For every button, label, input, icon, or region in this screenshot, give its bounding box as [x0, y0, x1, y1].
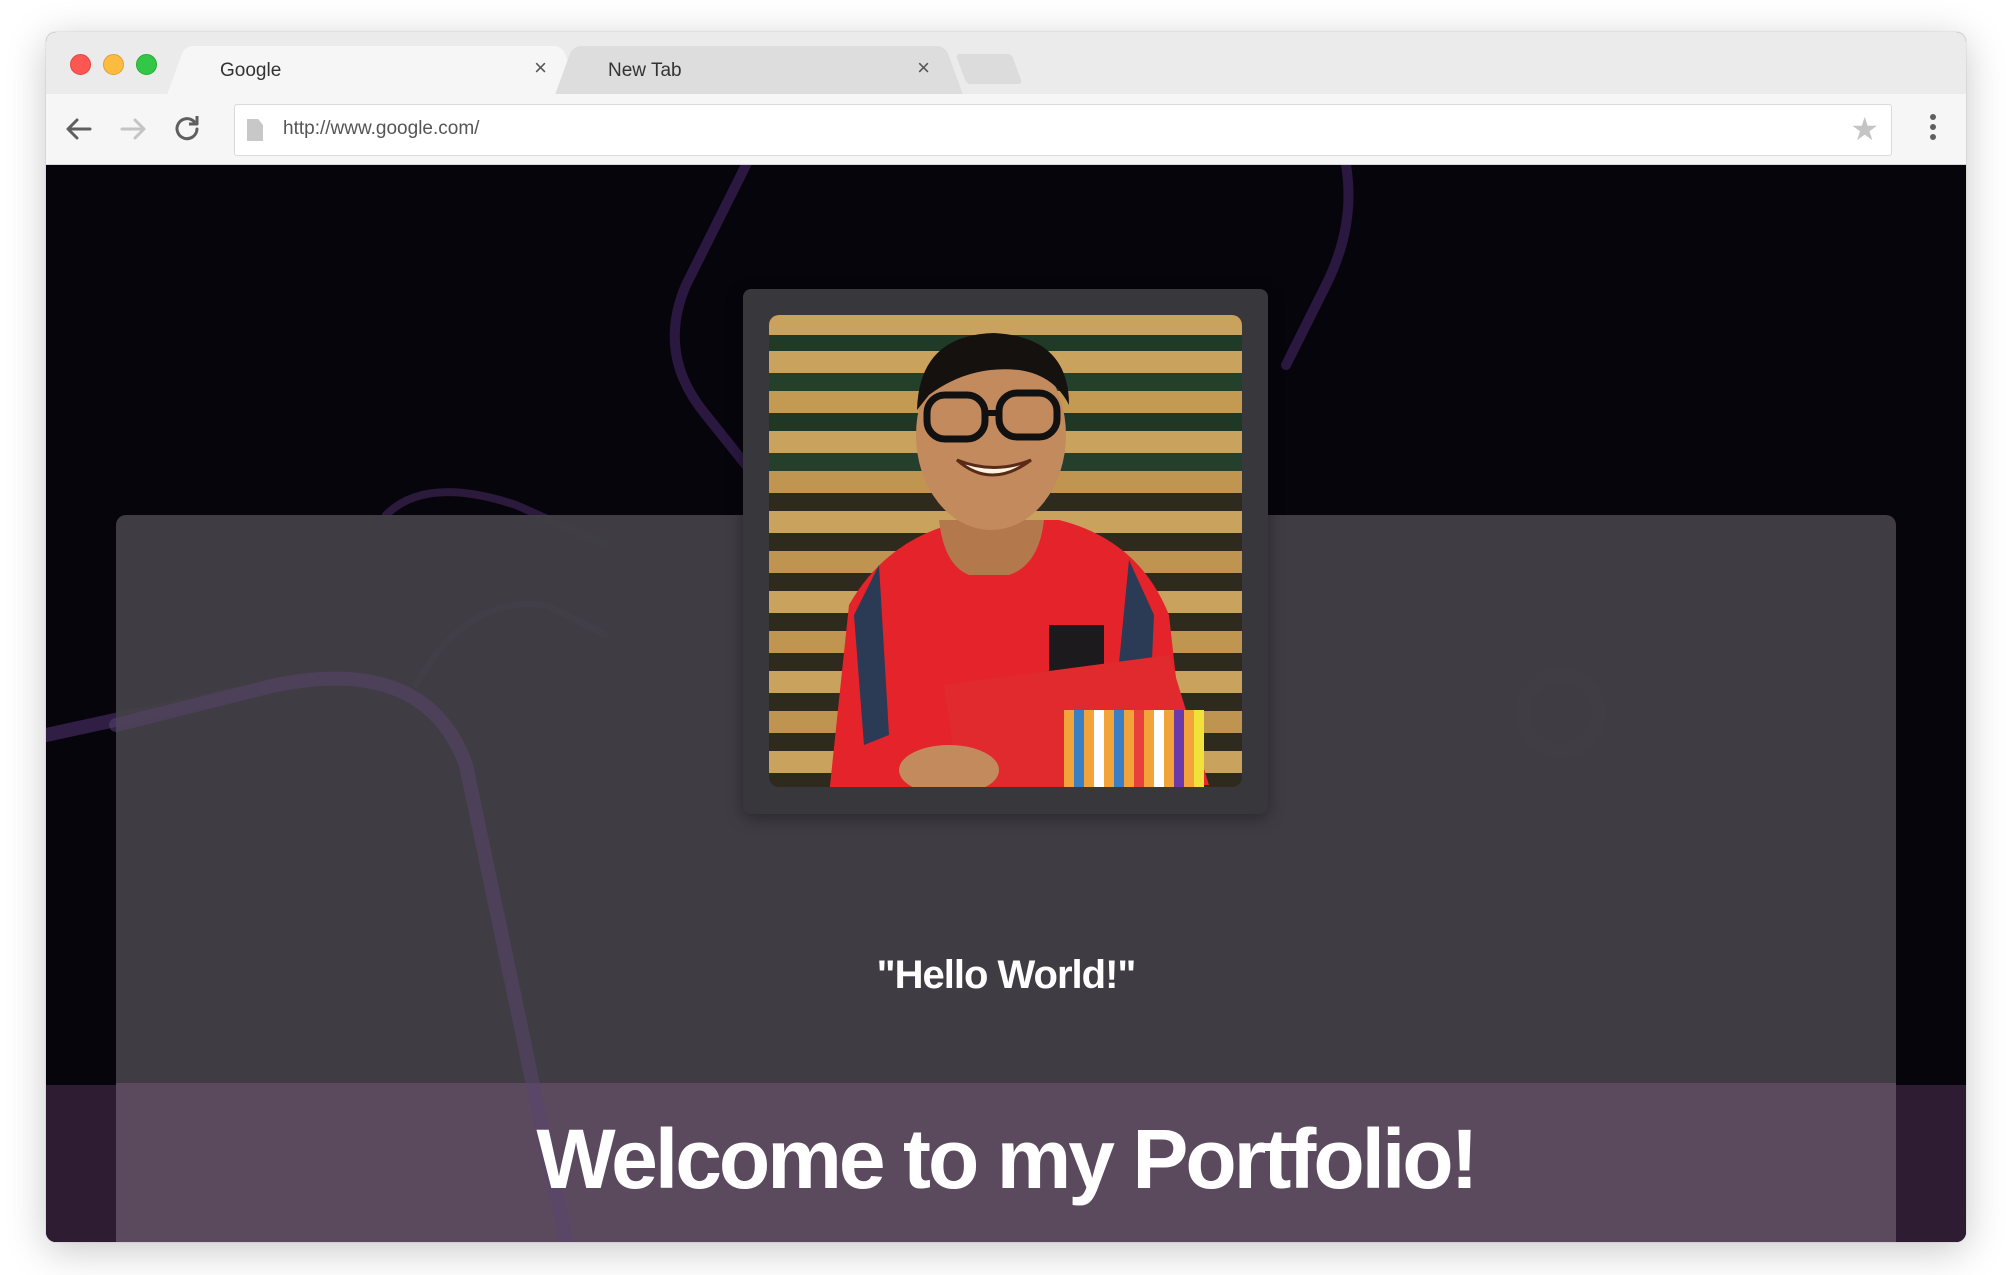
new-tab-button[interactable]: [955, 54, 1023, 84]
url-text[interactable]: http://www.google.com/: [283, 118, 479, 140]
maximize-window-button[interactable]: [136, 54, 157, 75]
tab-strip: Google × New Tab ×: [46, 32, 1966, 94]
kebab-menu-icon[interactable]: [1930, 114, 1936, 144]
address-bar[interactable]: http://www.google.com/ ★: [234, 104, 1892, 156]
forward-arrow-icon[interactable]: [116, 112, 150, 146]
browser-toolbar: http://www.google.com/ ★: [46, 94, 1966, 165]
tab-new-tab[interactable]: New Tab ×: [574, 46, 944, 94]
profile-photo-illustration: [769, 315, 1242, 787]
close-tab-icon[interactable]: ×: [917, 56, 930, 80]
close-window-button[interactable]: [70, 54, 91, 75]
headline-text: Welcome to my Portfolio!: [536, 1112, 1478, 1206]
greeting-text: "Hello World!": [876, 953, 1137, 997]
profile-photo-frame: [743, 289, 1268, 814]
reload-icon[interactable]: [170, 112, 204, 146]
tab-label: Google: [220, 60, 282, 81]
page-viewport: "Hello World!" Welcome to my Portfolio!: [46, 165, 1966, 1242]
page-icon: [247, 119, 263, 141]
tab-label: New Tab: [608, 60, 682, 81]
tab-google[interactable]: Google ×: [186, 46, 561, 94]
close-tab-icon[interactable]: ×: [534, 55, 547, 80]
minimize-window-button[interactable]: [103, 54, 124, 75]
back-arrow-icon[interactable]: [62, 112, 96, 146]
star-icon[interactable]: ★: [1850, 111, 1879, 147]
profile-photo: [769, 315, 1242, 787]
browser-window: Google × New Tab × http://www.google.com…: [46, 32, 1966, 1242]
